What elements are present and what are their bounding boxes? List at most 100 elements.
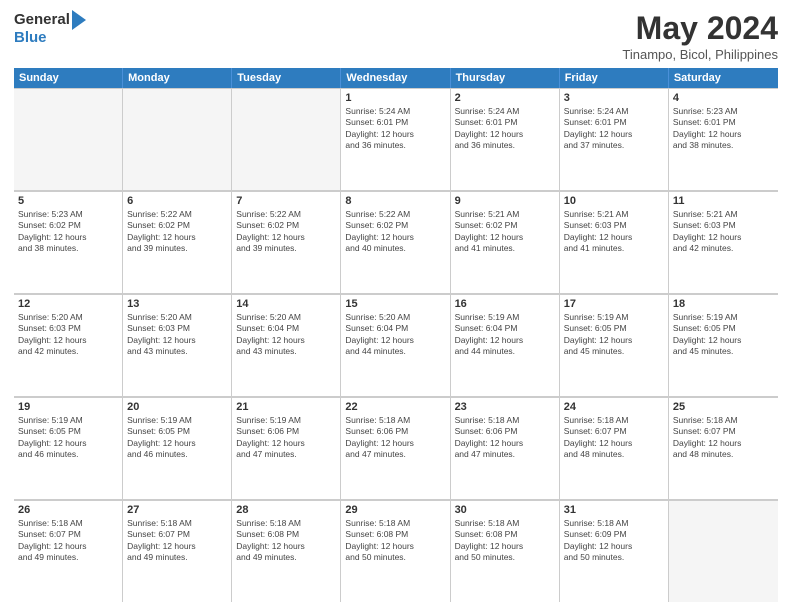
day-info: Sunrise: 5:19 AMSunset: 6:05 PMDaylight:…: [18, 415, 118, 461]
cal-cell: 31Sunrise: 5:18 AMSunset: 6:09 PMDayligh…: [560, 501, 669, 602]
day-info: Sunrise: 5:23 AMSunset: 6:01 PMDaylight:…: [673, 106, 774, 152]
logo-blue-text: Blue: [14, 30, 86, 47]
cal-cell: 7Sunrise: 5:22 AMSunset: 6:02 PMDaylight…: [232, 192, 341, 293]
day-info: Sunrise: 5:20 AMSunset: 6:04 PMDaylight:…: [236, 312, 336, 358]
cal-cell: [14, 89, 123, 190]
day-number: 8: [345, 195, 445, 207]
calendar-header: SundayMondayTuesdayWednesdayThursdayFrid…: [14, 68, 778, 88]
cal-cell: 21 Sunrise: 5:19 AMSunset: 6:06 PMDayligh…: [232, 398, 341, 499]
location: Tinampo, Bicol, Philippines: [622, 47, 778, 62]
day-number: 1: [345, 92, 445, 104]
month-title: May 2024: [622, 10, 778, 47]
cal-cell: 23 Sunrise: 5:18 AMSunset: 6:06 PMDayligh…: [451, 398, 560, 499]
day-number: 6: [127, 195, 227, 207]
day-number: 21: [236, 401, 336, 413]
cal-cell: [123, 89, 232, 190]
logo-general-text: General: [14, 12, 70, 29]
cal-cell: 24 Sunrise: 5:18 AMSunset: 6:07 PMDayligh…: [560, 398, 669, 499]
cal-cell: 5Sunrise: 5:23 AMSunset: 6:02 PMDaylight…: [14, 192, 123, 293]
cal-cell: 11 Sunrise: 5:21 AMSunset: 6:03 PMDayligh…: [669, 192, 778, 293]
week-row-2: 12 Sunrise: 5:20 AMSunset: 6:03 PMDayligh…: [14, 294, 778, 397]
day-number: 20: [127, 401, 227, 413]
day-number: 24: [564, 401, 664, 413]
day-info: Sunrise: 5:20 AMSunset: 6:03 PMDaylight:…: [18, 312, 118, 358]
day-number: 3: [564, 92, 664, 104]
calendar: SundayMondayTuesdayWednesdayThursdayFrid…: [14, 68, 778, 602]
cal-cell: 22 Sunrise: 5:18 AMSunset: 6:06 PMDayligh…: [341, 398, 450, 499]
header-day-thursday: Thursday: [451, 68, 560, 88]
day-number: 31: [564, 504, 664, 516]
day-number: 15: [345, 298, 445, 310]
logo: General Blue: [14, 10, 86, 47]
day-info: Sunrise: 5:22 AMSunset: 6:02 PMDaylight:…: [127, 209, 227, 255]
week-row-0: 1 Sunrise: 5:24 AMSunset: 6:01 PMDaylight…: [14, 88, 778, 191]
day-info: Sunrise: 5:19 AMSunset: 6:05 PMDaylight:…: [564, 312, 664, 358]
page: General Blue May 2024 Tinampo, Bicol, Ph…: [0, 0, 792, 612]
day-info: Sunrise: 5:21 AMSunset: 6:02 PMDaylight:…: [455, 209, 555, 255]
day-number: 18: [673, 298, 774, 310]
day-number: 26: [18, 504, 118, 516]
cal-cell: 25 Sunrise: 5:18 AMSunset: 6:07 PMDayligh…: [669, 398, 778, 499]
cal-cell: 8 Sunrise: 5:22 AMSunset: 6:02 PMDaylight…: [341, 192, 450, 293]
cal-cell: 10 Sunrise: 5:21 AMSunset: 6:03 PMDayligh…: [560, 192, 669, 293]
cal-cell: 16 Sunrise: 5:19 AMSunset: 6:04 PMDayligh…: [451, 295, 560, 396]
cal-cell: 13 Sunrise: 5:20 AMSunset: 6:03 PMDayligh…: [123, 295, 232, 396]
header-day-tuesday: Tuesday: [232, 68, 341, 88]
day-info: Sunrise: 5:20 AMSunset: 6:03 PMDaylight:…: [127, 312, 227, 358]
cal-cell: 19 Sunrise: 5:19 AMSunset: 6:05 PMDayligh…: [14, 398, 123, 499]
day-number: 16: [455, 298, 555, 310]
cal-cell: 29Sunrise: 5:18 AMSunset: 6:08 PMDayligh…: [341, 501, 450, 602]
day-number: 13: [127, 298, 227, 310]
day-info: Sunrise: 5:19 AMSunset: 6:04 PMDaylight:…: [455, 312, 555, 358]
day-info: Sunrise: 5:24 AMSunset: 6:01 PMDaylight:…: [455, 106, 555, 152]
day-number: 23: [455, 401, 555, 413]
day-info: Sunrise: 5:18 AMSunset: 6:06 PMDaylight:…: [455, 415, 555, 461]
cal-cell: 4 Sunrise: 5:23 AMSunset: 6:01 PMDaylight…: [669, 89, 778, 190]
title-block: May 2024 Tinampo, Bicol, Philippines: [622, 10, 778, 62]
header-day-saturday: Saturday: [669, 68, 778, 88]
day-info: Sunrise: 5:21 AMSunset: 6:03 PMDaylight:…: [564, 209, 664, 255]
header: General Blue May 2024 Tinampo, Bicol, Ph…: [14, 10, 778, 62]
header-day-wednesday: Wednesday: [341, 68, 450, 88]
logo-icon: [72, 10, 86, 30]
header-day-friday: Friday: [560, 68, 669, 88]
header-day-monday: Monday: [123, 68, 232, 88]
cal-cell: [669, 501, 778, 602]
cal-cell: 26Sunrise: 5:18 AMSunset: 6:07 PMDayligh…: [14, 501, 123, 602]
cal-cell: 28Sunrise: 5:18 AMSunset: 6:08 PMDayligh…: [232, 501, 341, 602]
day-number: 7: [236, 195, 336, 207]
day-number: 12: [18, 298, 118, 310]
day-info: Sunrise: 5:19 AMSunset: 6:05 PMDaylight:…: [127, 415, 227, 461]
day-number: 5: [18, 195, 118, 207]
day-number: 14: [236, 298, 336, 310]
day-info: Sunrise: 5:18 AMSunset: 6:06 PMDaylight:…: [345, 415, 445, 461]
cal-cell: 1Sunrise: 5:24 AMSunset: 6:01 PMDaylight…: [341, 89, 450, 190]
cal-cell: [232, 89, 341, 190]
day-info: Sunrise: 5:18 AMSunset: 6:07 PMDaylight:…: [673, 415, 774, 461]
day-info: Sunrise: 5:22 AMSunset: 6:02 PMDaylight:…: [345, 209, 445, 255]
cal-cell: 9Sunrise: 5:21 AMSunset: 6:02 PMDaylight…: [451, 192, 560, 293]
day-number: 11: [673, 195, 774, 207]
day-info: Sunrise: 5:18 AMSunset: 6:07 PMDaylight:…: [564, 415, 664, 461]
cal-cell: 3 Sunrise: 5:24 AMSunset: 6:01 PMDaylight…: [560, 89, 669, 190]
day-number: 4: [673, 92, 774, 104]
day-number: 10: [564, 195, 664, 207]
day-info: Sunrise: 5:24 AMSunset: 6:01 PMDaylight:…: [564, 106, 664, 152]
calendar-body: 1 Sunrise: 5:24 AMSunset: 6:01 PMDaylight…: [14, 88, 778, 602]
day-number: 17: [564, 298, 664, 310]
cal-cell: 14 Sunrise: 5:20 AMSunset: 6:04 PMDayligh…: [232, 295, 341, 396]
day-number: 22: [345, 401, 445, 413]
day-info: Sunrise: 5:19 AMSunset: 6:05 PMDaylight:…: [673, 312, 774, 358]
day-number: 27: [127, 504, 227, 516]
week-row-4: 26 Sunrise: 5:18 AMSunset: 6:07 PMDayligh…: [14, 500, 778, 602]
day-info: Sunrise: 5:19 AMSunset: 6:06 PMDaylight:…: [236, 415, 336, 461]
day-info: Sunrise: 5:21 AMSunset: 6:03 PMDaylight:…: [673, 209, 774, 255]
day-info: Sunrise: 5:18 AMSunset: 6:07 PMDaylight:…: [127, 518, 227, 564]
cal-cell: 30Sunrise: 5:18 AMSunset: 6:08 PMDayligh…: [451, 501, 560, 602]
day-info: Sunrise: 5:18 AMSunset: 6:08 PMDaylight:…: [455, 518, 555, 564]
cal-cell: 15Sunrise: 5:20 AMSunset: 6:04 PMDayligh…: [341, 295, 450, 396]
cal-cell: 12 Sunrise: 5:20 AMSunset: 6:03 PMDayligh…: [14, 295, 123, 396]
day-number: 19: [18, 401, 118, 413]
week-row-3: 19 Sunrise: 5:19 AMSunset: 6:05 PMDayligh…: [14, 397, 778, 500]
day-number: 25: [673, 401, 774, 413]
